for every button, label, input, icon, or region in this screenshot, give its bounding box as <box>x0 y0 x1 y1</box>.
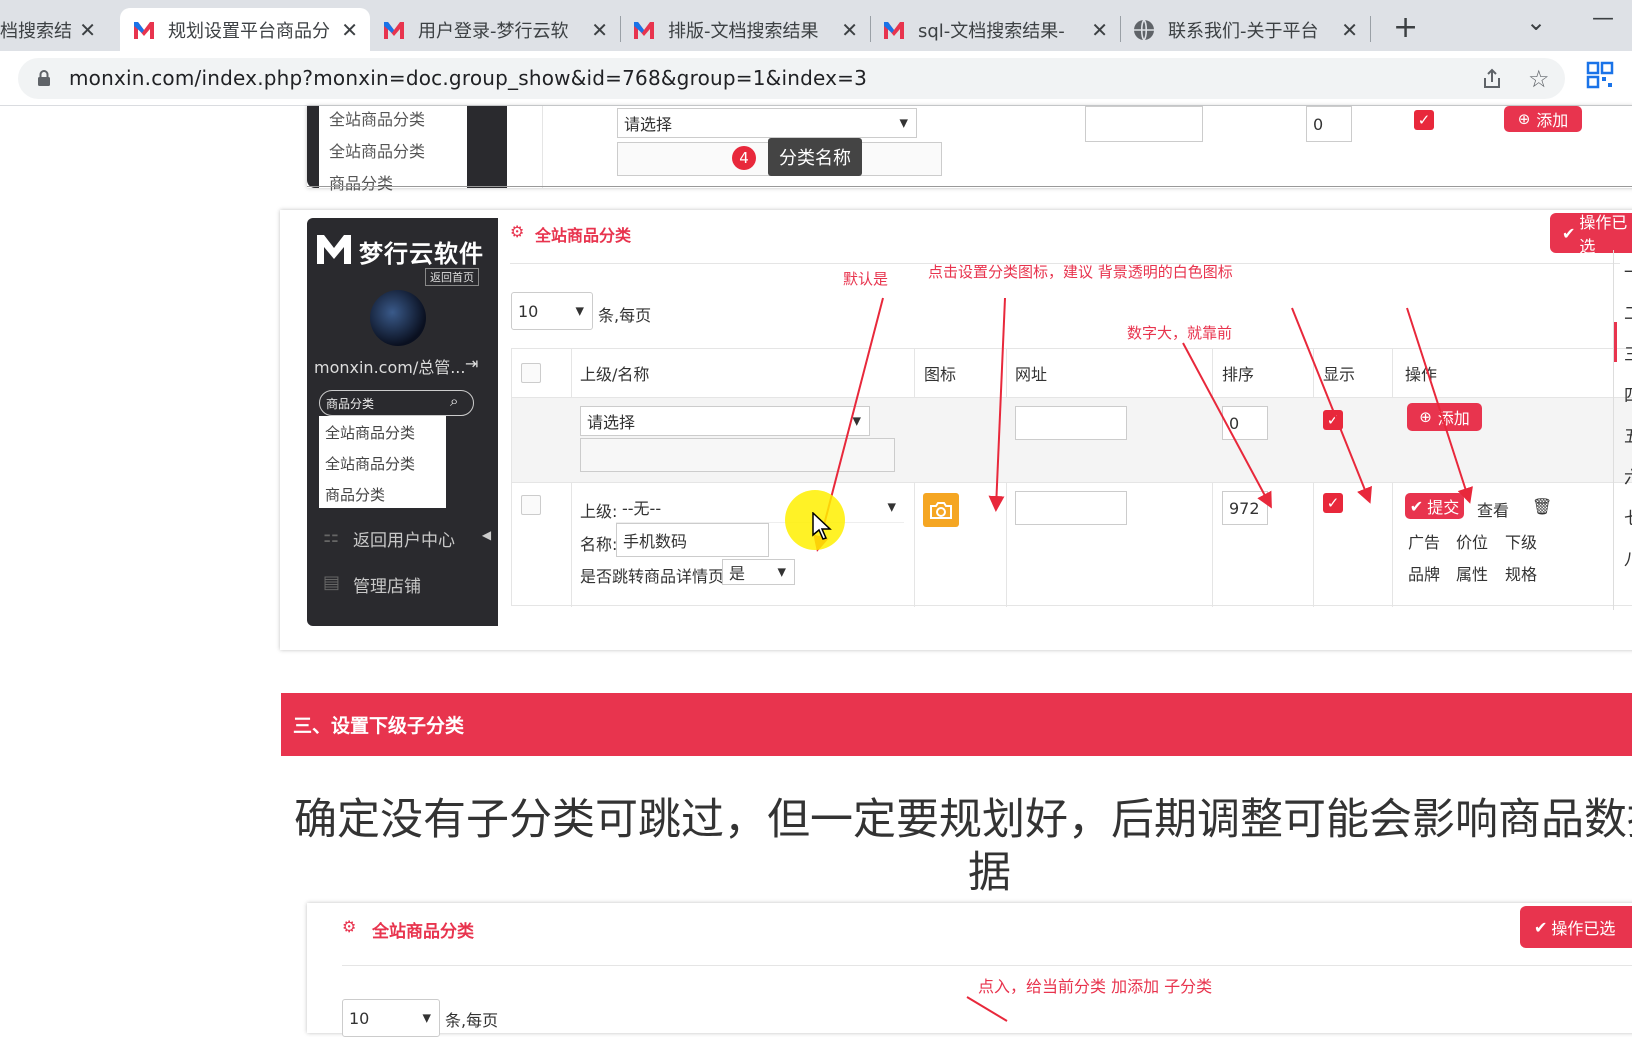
fragment-sidebar: 全站商品分类 全站商品分类 商品分类 <box>307 106 507 193</box>
section-heading-bar: 三、设置下级子分类 <box>281 693 1632 756</box>
display-checkbox[interactable]: ✓ <box>1414 110 1434 130</box>
lock-icon[interactable] <box>37 69 51 91</box>
qr-code-icon[interactable] <box>1586 61 1614 93</box>
add-label: 添加 <box>1536 111 1569 130</box>
dropdown-arrow-icon: ▼ <box>899 116 908 130</box>
new-tab-button[interactable]: + <box>1393 10 1418 45</box>
close-icon[interactable]: ✕ <box>1091 18 1108 42</box>
per-page-select[interactable]: 10 ▼ <box>342 999 440 1037</box>
tab-title: 联系我们-关于平台 <box>1168 20 1319 42</box>
admin-screenshot-card: 梦行云软件 返回首页 monxin.com/总管... ⇥ 商品分类 ⌕ 全站商… <box>280 210 1632 650</box>
order-input[interactable]: 0 <box>1306 106 1352 142</box>
tab-5[interactable]: 联系我们-关于平台 ✕ <box>1120 8 1370 51</box>
share-icon[interactable] <box>1480 67 1504 95</box>
tab-title: 规划设置平台商品分 <box>168 20 330 42</box>
monxin-favicon-icon <box>382 18 406 42</box>
tab-search-chevron-icon[interactable]: ⌄ <box>1526 8 1546 36</box>
mouse-cursor-icon <box>812 511 832 544</box>
select-value: 请选择 <box>624 115 673 134</box>
tab-0[interactable]: 档搜索结 ✕ <box>0 8 108 51</box>
tab-4[interactable]: sql-文档搜索结果- ✕ <box>870 8 1120 51</box>
close-icon[interactable]: ✕ <box>1341 18 1358 42</box>
tab-3[interactable]: 排版-文档搜索结果 ✕ <box>620 8 870 51</box>
close-icon[interactable]: ✕ <box>79 18 96 42</box>
address-bar[interactable]: monxin.com/index.php?monxin=doc.group_sh… <box>18 58 1565 99</box>
monxin-favicon-icon <box>632 18 656 42</box>
monxin-favicon-icon <box>132 18 156 42</box>
url-text[interactable]: monxin.com/index.php?monxin=doc.group_sh… <box>69 66 867 90</box>
fragment-dropdown: 全站商品分类 全站商品分类 商品分类 <box>319 106 467 193</box>
subcategory-screenshot-card: ⚙ 全站商品分类 ✔ 操作已选 点入，给当前分类 加添加 子分类 10 ▼ 条,每页 <box>307 903 1632 1037</box>
annotation-arrows <box>813 297 1473 552</box>
globe-icon <box>1132 18 1156 42</box>
add-button[interactable]: ⊕ 添加 <box>1504 106 1582 132</box>
annotation-arrow <box>966 996 1008 1022</box>
close-icon[interactable]: ✕ <box>841 18 858 42</box>
url-input[interactable] <box>1085 106 1203 142</box>
per-page-value: 10 <box>349 1008 370 1028</box>
order-value: 0 <box>1313 114 1324 134</box>
tab-1[interactable]: 规划设置平台商品分 ✕ <box>120 8 370 51</box>
minimize-button[interactable]: — <box>1592 6 1614 31</box>
close-icon[interactable]: ✕ <box>341 18 358 42</box>
tab-title: sql-文档搜索结果- <box>918 20 1065 42</box>
per-page-label: 条,每页 <box>445 1011 499 1030</box>
browser-tab-strip: 档搜索结 ✕ 规划设置平台商品分 ✕ 用户登录-梦行云软 ✕ 排版-文档搜索结果… <box>0 0 1632 51</box>
tab-separator <box>1370 16 1371 42</box>
dropdown-arrow-icon: ▼ <box>422 1011 431 1025</box>
tab-2[interactable]: 用户登录-梦行云软 ✕ <box>370 8 620 51</box>
section-body-text-wrap: 据 <box>968 848 1011 898</box>
tab-title: 排版-文档搜索结果 <box>668 20 819 42</box>
section-heading: 三、设置下级子分类 <box>293 715 465 737</box>
list-item[interactable]: 商品分类 <box>329 170 393 194</box>
section-body-text: 确定没有子分类可跳过，但一定要规划好，后期调整可能会影响商品数据 <box>294 795 1632 845</box>
list-item[interactable]: 全站商品分类 <box>329 106 425 130</box>
monxin-favicon-icon <box>882 18 906 42</box>
parent-select[interactable]: 请选择 ▼ <box>617 108 917 138</box>
tooltip: 分类名称 <box>768 138 862 176</box>
step-badge: 4 <box>732 146 756 170</box>
close-icon[interactable]: ✕ <box>591 18 608 42</box>
tab-title: 用户登录-梦行云软 <box>418 20 569 42</box>
top-screenshot-fragment: 全站商品分类 全站商品分类 商品分类 请选择 ▼ 0 ✓ ⊕ 添加 4 分类名称 <box>307 106 1632 193</box>
bookmark-star-icon[interactable]: ☆ <box>1528 65 1550 93</box>
list-item[interactable]: 全站商品分类 <box>329 138 425 162</box>
tab-title: 档搜索结 <box>0 20 72 42</box>
plus-circle-icon: ⊕ <box>1517 110 1531 128</box>
browser-toolbar: monxin.com/index.php?monxin=doc.group_sh… <box>0 51 1632 106</box>
